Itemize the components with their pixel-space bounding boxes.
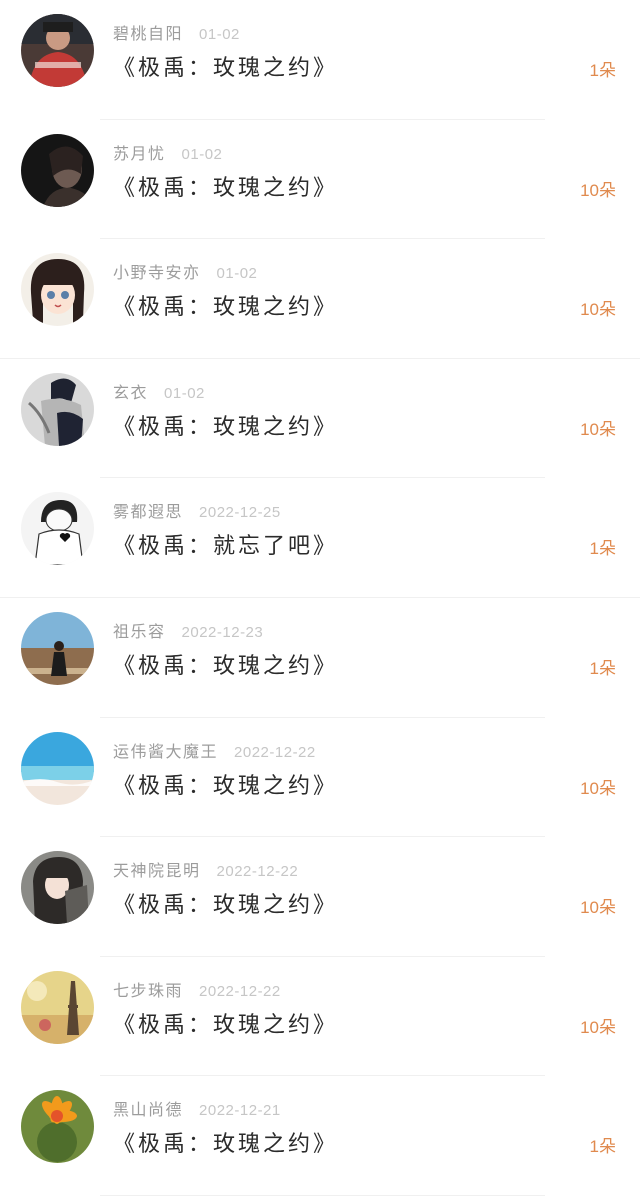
avatar[interactable] xyxy=(21,133,94,207)
avatar[interactable] xyxy=(21,731,94,805)
date: 2022-12-21 xyxy=(199,1102,281,1120)
username[interactable]: 小野寺安亦 xyxy=(113,263,201,282)
item-meta: 运伟酱大魔王 2022-12-22 xyxy=(113,738,316,762)
username[interactable]: 黑山尚德 xyxy=(113,1100,183,1119)
work-title[interactable]: 《极禹：玫瑰之约》 xyxy=(113,768,338,800)
gift-count: 10朵 xyxy=(580,419,616,439)
work-title[interactable]: 《极禹：玫瑰之约》 xyxy=(113,50,338,82)
avatar[interactable] xyxy=(21,253,94,327)
username[interactable]: 苏月忧 xyxy=(113,144,166,163)
list-item[interactable]: 运伟酱大魔王 2022-12-22 《极禹：玫瑰之约》 10朵 xyxy=(0,718,640,838)
avatar[interactable] xyxy=(21,1090,94,1164)
list-item[interactable]: 祖乐容 2022-12-23 《极禹：玫瑰之约》 1朵 xyxy=(0,598,640,718)
item-meta: 天神院昆明 2022-12-22 xyxy=(113,857,298,881)
list-item[interactable]: 小野寺安亦 01-02 《极禹：玫瑰之约》 10朵 xyxy=(0,239,640,359)
gift-list: 碧桃自阳 01-02 《极禹：玫瑰之约》 1朵 苏月忧 01-02 《极禹：玫瑰之约… xyxy=(0,0,640,1196)
list-item[interactable]: 玄衣 01-02 《极禹：玫瑰之约》 10朵 xyxy=(0,359,640,479)
gift-count: 10朵 xyxy=(580,300,616,320)
username[interactable]: 碧桃自阳 xyxy=(113,24,183,43)
list-item[interactable]: 七步珠雨 2022-12-22 《极禹：玫瑰之约》 10朵 xyxy=(0,957,640,1077)
work-title[interactable]: 《极禹：玫瑰之约》 xyxy=(113,289,338,321)
gift-count: 1朵 xyxy=(589,658,616,678)
date: 2022-12-23 xyxy=(181,623,264,641)
work-title[interactable]: 《极禹：玫瑰之约》 xyxy=(113,1007,338,1039)
avatar[interactable] xyxy=(21,492,94,566)
username[interactable]: 七步珠雨 xyxy=(113,981,183,1000)
list-item[interactable]: 碧桃自阳 01-02 《极禹：玫瑰之约》 1朵 xyxy=(0,0,640,120)
gift-count: 1朵 xyxy=(589,1137,616,1157)
avatar[interactable] xyxy=(21,970,94,1044)
gift-count: 1朵 xyxy=(589,61,616,80)
work-title[interactable]: 《极禹：玫瑰之约》 xyxy=(113,648,338,680)
gift-count: 10朵 xyxy=(580,180,616,200)
item-meta: 黑山尚德 2022-12-21 xyxy=(113,1096,281,1120)
date: 01-02 xyxy=(216,265,258,283)
work-title[interactable]: 《极禹：玫瑰之约》 xyxy=(113,170,338,202)
gift-count: 10朵 xyxy=(580,898,616,918)
date: 2022-12-22 xyxy=(199,982,281,1000)
list-item[interactable]: 苏月忧 01-02 《极禹：玫瑰之约》 10朵 xyxy=(0,120,640,240)
list-item[interactable]: 天神院昆明 2022-12-22 《极禹：玫瑰之约》 10朵 xyxy=(0,837,640,957)
item-meta: 苏月忧 01-02 xyxy=(113,140,222,164)
work-title[interactable]: 《极禹：玫瑰之约》 xyxy=(113,1126,338,1158)
list-item[interactable]: 雾都遐思 2022-12-25 《极禹：就忘了吧》 1朵 xyxy=(0,478,640,598)
date: 01-02 xyxy=(164,384,205,402)
date: 2022-12-22 xyxy=(216,863,299,881)
item-meta: 玄衣 01-02 xyxy=(113,379,205,403)
avatar[interactable] xyxy=(21,611,94,685)
item-meta: 七步珠雨 2022-12-22 xyxy=(113,977,281,1001)
date: 2022-12-25 xyxy=(199,504,281,522)
avatar[interactable] xyxy=(21,851,94,925)
gift-count: 1朵 xyxy=(589,539,616,559)
item-meta: 祖乐容 2022-12-23 xyxy=(113,618,263,642)
username[interactable]: 运伟酱大魔王 xyxy=(113,742,218,761)
work-title[interactable]: 《极禹：玫瑰之约》 xyxy=(113,409,338,441)
date: 01-02 xyxy=(199,26,240,43)
username[interactable]: 天神院昆明 xyxy=(113,861,201,880)
item-meta: 雾都遐思 2022-12-25 xyxy=(113,498,281,522)
avatar[interactable] xyxy=(21,372,94,446)
gift-count: 10朵 xyxy=(580,778,616,798)
username[interactable]: 祖乐容 xyxy=(113,622,166,641)
item-meta: 小野寺安亦 01-02 xyxy=(113,259,257,283)
username[interactable]: 玄衣 xyxy=(113,383,148,402)
avatar[interactable] xyxy=(21,14,94,87)
work-title[interactable]: 《极禹：玫瑰之约》 xyxy=(113,887,338,919)
date: 01-02 xyxy=(181,145,223,163)
list-item[interactable]: 黑山尚德 2022-12-21 《极禹：玫瑰之约》 1朵 xyxy=(0,1076,640,1196)
work-title[interactable]: 《极禹：就忘了吧》 xyxy=(113,528,338,560)
gift-count: 10朵 xyxy=(580,1017,616,1037)
item-meta: 碧桃自阳 01-02 xyxy=(113,20,240,44)
username[interactable]: 雾都遐思 xyxy=(113,502,183,521)
date: 2022-12-22 xyxy=(234,743,316,761)
